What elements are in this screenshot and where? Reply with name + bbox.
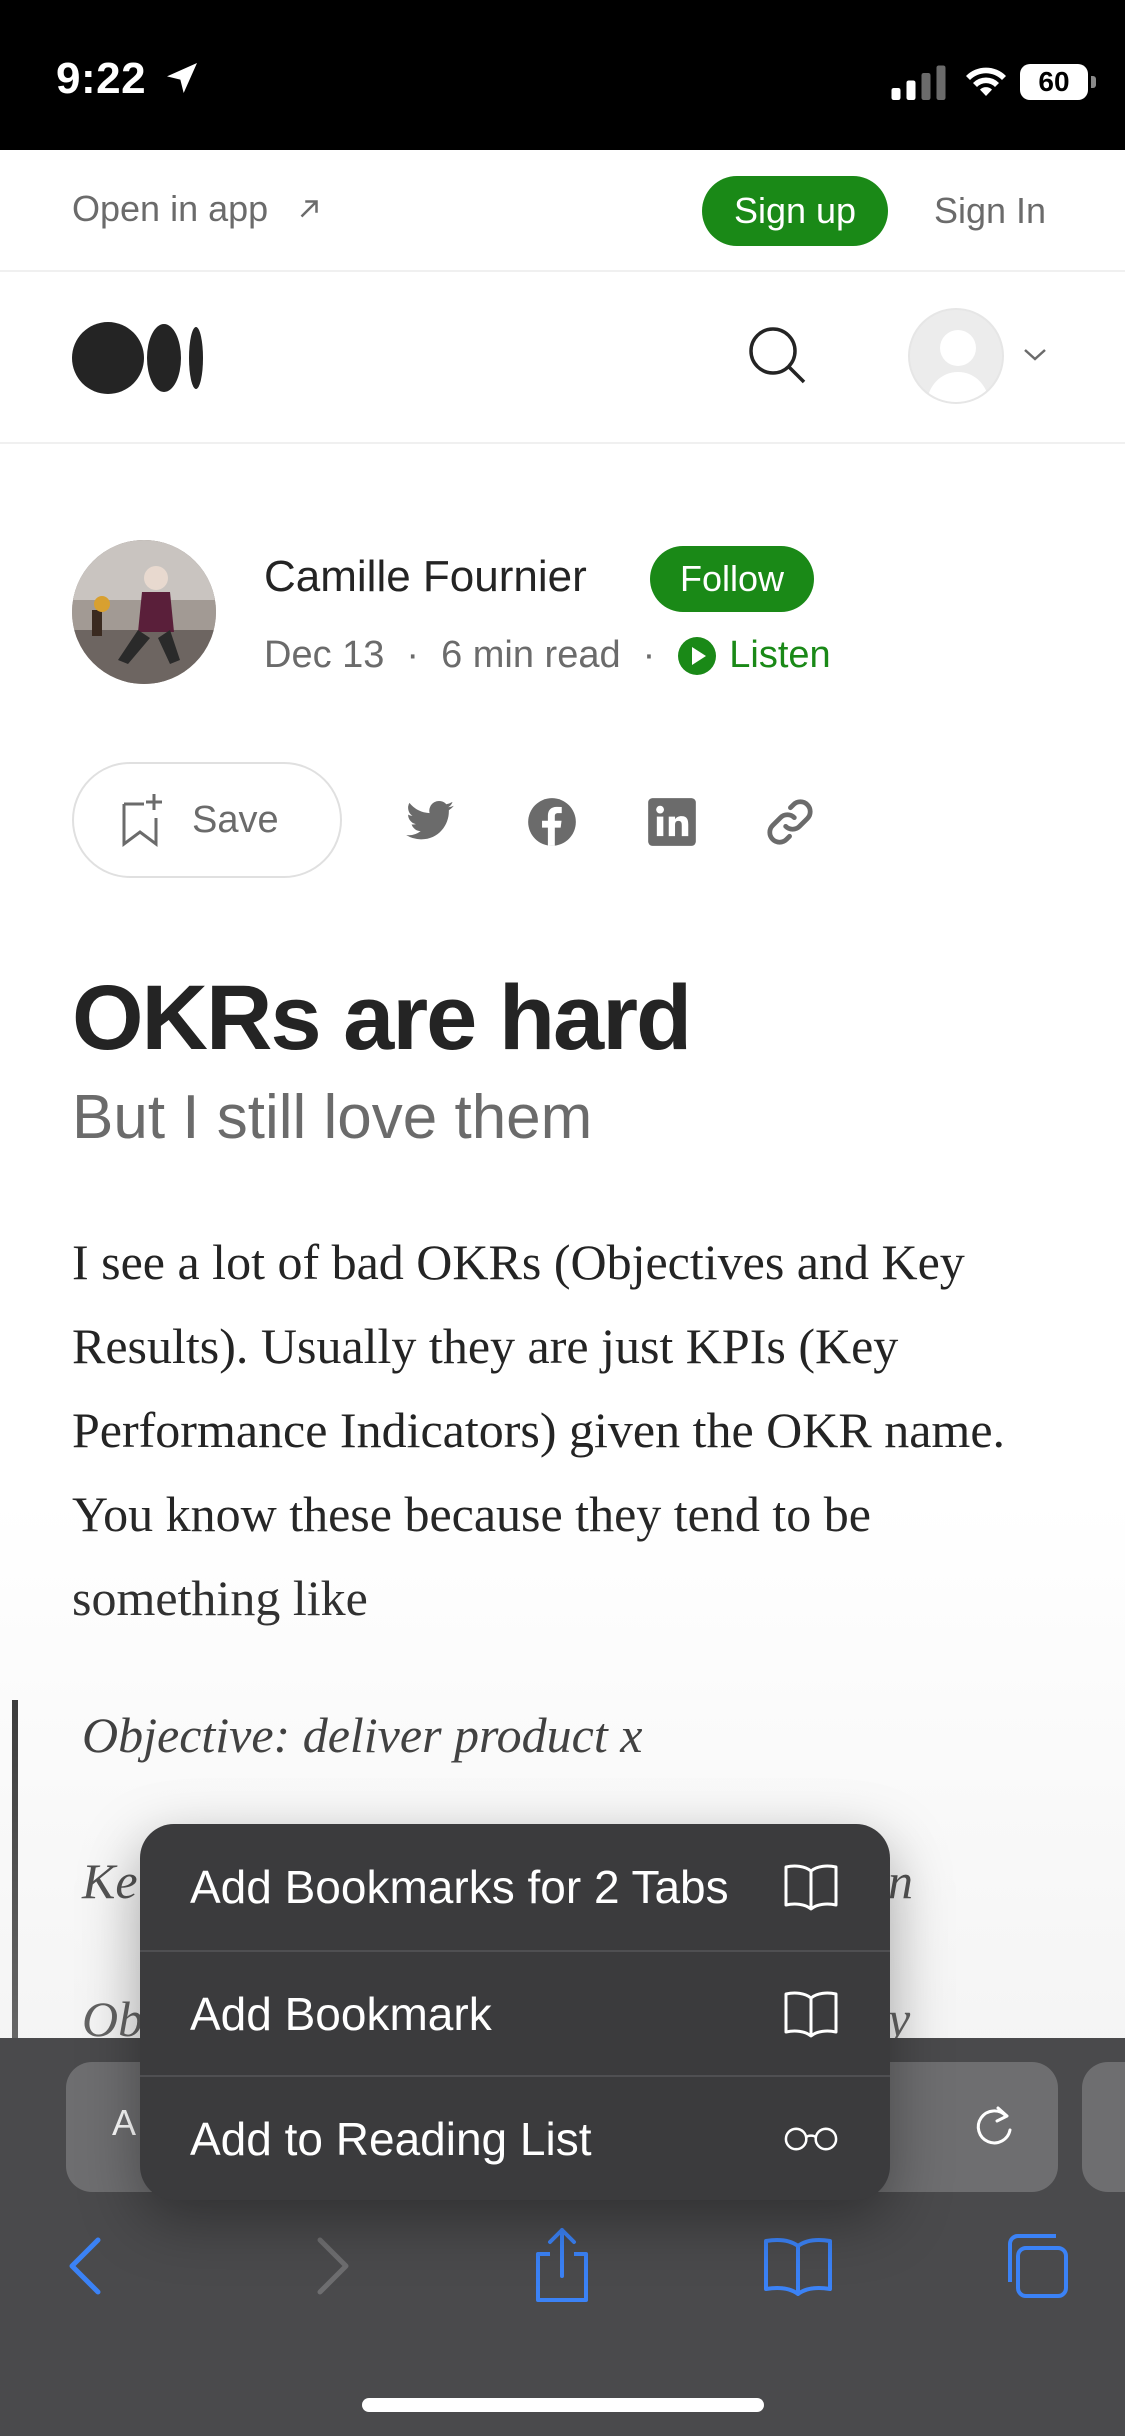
twitter-icon[interactable] (404, 796, 456, 848)
address-text: A (112, 2102, 137, 2143)
site-header (0, 272, 1125, 444)
open-in-app-label: Open in app (72, 188, 269, 229)
chevron-down-icon[interactable] (1022, 344, 1048, 364)
cellular-signal-icon (891, 65, 946, 100)
menu-item-label: Add Bookmarks for 2 Tabs (190, 1861, 729, 1913)
menu-item-label: Add to Reading List (190, 2112, 592, 2165)
book-icon (784, 1991, 838, 2037)
article-title: OKRs are hard (72, 967, 692, 1069)
link-icon[interactable] (764, 796, 816, 848)
blockquote-bar (12, 1700, 18, 2040)
listen-label: Listen (729, 634, 831, 676)
next-tab-preview[interactable] (1082, 2062, 1125, 2192)
battery-indicator: 60 (1020, 64, 1096, 100)
medium-logo-icon[interactable] (72, 320, 204, 396)
article-meta: Dec 13 · 6 min read · Listen (264, 634, 831, 677)
blockquote-line: n (888, 1853, 913, 1909)
home-indicator (362, 2398, 764, 2412)
save-label: Save (192, 798, 279, 841)
author-avatar[interactable] (72, 540, 216, 684)
publish-date: Dec 13 (264, 634, 385, 676)
follow-button[interactable]: Follow (650, 546, 814, 612)
sign-in-link[interactable]: Sign In (934, 190, 1046, 232)
back-icon[interactable] (48, 2226, 128, 2306)
blockquote-line: Ke (82, 1853, 138, 1909)
default-avatar-icon (926, 330, 990, 402)
listen-button[interactable]: Listen (677, 634, 831, 677)
article-subtitle: But I still love them (72, 1083, 593, 1152)
save-button[interactable]: Save (72, 762, 342, 878)
separator-dot: · (642, 634, 656, 676)
author-name[interactable]: Camille Fournier (264, 552, 587, 602)
add-bookmarks-for-tabs-item[interactable]: Add Bookmarks for 2 Tabs (140, 1824, 890, 1950)
linkedin-icon[interactable] (646, 796, 698, 848)
add-to-reading-list-item[interactable]: Add to Reading List (140, 2075, 890, 2200)
blockquote-line: Objective: deliver product x (82, 1707, 643, 1763)
search-icon[interactable] (746, 324, 808, 386)
status-bar: 9:22 60 (0, 0, 1125, 150)
glasses-icon (784, 2127, 838, 2150)
book-icon (784, 1864, 838, 1911)
open-in-app-banner: Open in app Sign up Sign In (0, 150, 1125, 272)
sign-up-button[interactable]: Sign up (702, 176, 888, 246)
status-time: 9:22 (56, 54, 147, 103)
forward-icon[interactable] (290, 2226, 370, 2306)
open-in-app-link[interactable]: Open in app (72, 188, 324, 230)
read-time: 6 min read (441, 634, 621, 676)
bookmarks-icon[interactable] (758, 2226, 838, 2306)
article-body-paragraph: I see a lot of bad OKRs (Objectives and … (72, 1234, 1006, 1626)
bookmark-context-menu: Add Bookmarks for 2 Tabs Add Bookmark Ad… (140, 1824, 890, 2200)
arrow-up-right-icon (300, 200, 318, 218)
separator-dot: · (406, 634, 420, 676)
wifi-icon (966, 67, 1006, 96)
menu-item-label: Add Bookmark (190, 1987, 492, 2040)
location-arrow-icon (167, 63, 197, 93)
share-icon[interactable] (522, 2226, 602, 2306)
play-icon (678, 636, 717, 675)
author-photo (72, 540, 216, 684)
reload-icon[interactable] (966, 2098, 1022, 2154)
bookmark-add-icon (122, 794, 162, 847)
user-avatar[interactable] (908, 308, 1004, 404)
facebook-icon[interactable] (526, 796, 578, 848)
tabs-icon[interactable] (994, 2226, 1074, 2306)
add-bookmark-item[interactable]: Add Bookmark (140, 1950, 890, 2075)
